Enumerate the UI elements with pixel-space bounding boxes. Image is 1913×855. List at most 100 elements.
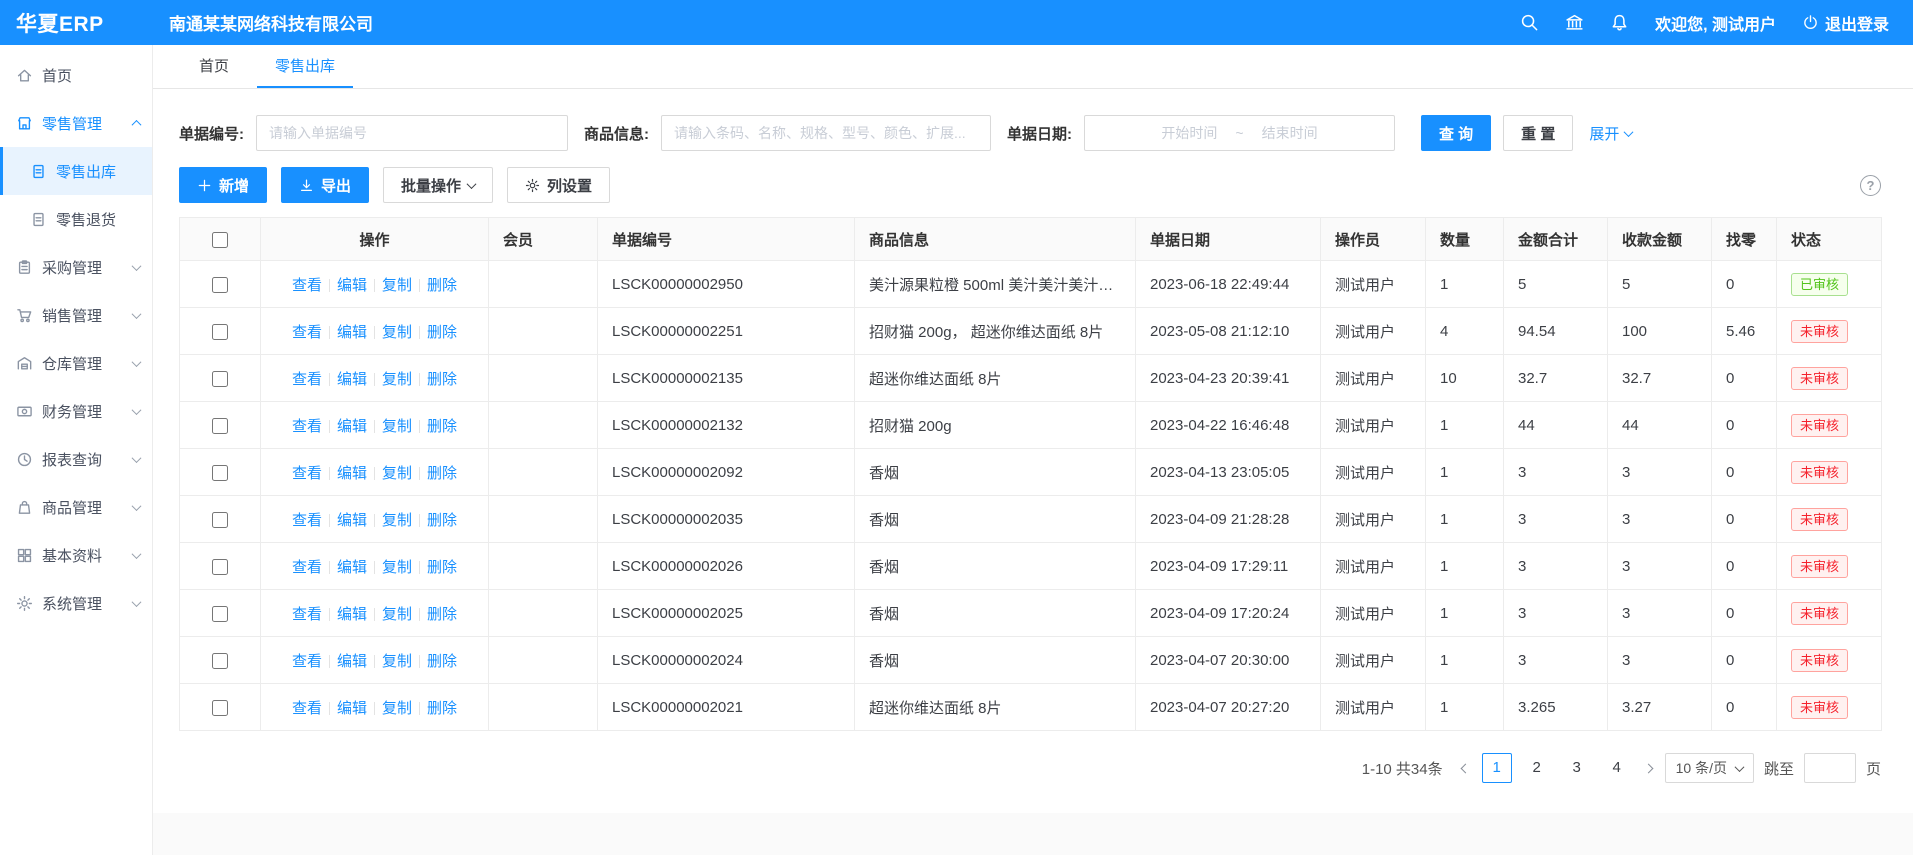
row-action-view[interactable]: 查看 bbox=[292, 277, 322, 294]
column-settings-button[interactable]: 列设置 bbox=[507, 167, 610, 203]
page-size-select[interactable]: 10 条/页 bbox=[1665, 753, 1754, 783]
page-4-button[interactable]: 4 bbox=[1602, 753, 1632, 783]
row-action-view[interactable]: 查看 bbox=[292, 418, 322, 435]
batch-actions-button[interactable]: 批量操作 bbox=[383, 167, 493, 203]
sidebar-item-finance[interactable]: 财务管理 bbox=[0, 387, 152, 435]
row-action-copy[interactable]: 复制 bbox=[382, 465, 412, 482]
row-checkbox[interactable] bbox=[212, 559, 228, 575]
bill-no-input[interactable] bbox=[256, 115, 568, 151]
sidebar-item-goods[interactable]: 商品管理 bbox=[0, 483, 152, 531]
row-action-copy[interactable]: 复制 bbox=[382, 653, 412, 670]
jump-page-input[interactable] bbox=[1804, 753, 1856, 783]
row-checkbox[interactable] bbox=[212, 700, 228, 716]
row-action-edit[interactable]: 编辑 bbox=[337, 371, 367, 388]
row-action-edit[interactable]: 编辑 bbox=[337, 700, 367, 717]
row-action-edit[interactable]: 编辑 bbox=[337, 653, 367, 670]
row-action-delete[interactable]: 删除 bbox=[427, 512, 457, 529]
cell-date: 2023-06-18 22:49:44 bbox=[1136, 261, 1321, 308]
app-logo[interactable]: 华夏ERP bbox=[0, 8, 153, 38]
row-action-view[interactable]: 查看 bbox=[292, 512, 322, 529]
page-1-button[interactable]: 1 bbox=[1482, 753, 1512, 783]
cell-qty: 1 bbox=[1426, 261, 1504, 308]
row-action-delete[interactable]: 删除 bbox=[427, 465, 457, 482]
cell-operator: 测试用户 bbox=[1321, 449, 1426, 496]
bank-icon[interactable] bbox=[1565, 13, 1584, 32]
row-action-copy[interactable]: 复制 bbox=[382, 559, 412, 576]
row-action-delete[interactable]: 删除 bbox=[427, 418, 457, 435]
cell-bill-no: LSCK00000002251 bbox=[598, 308, 855, 355]
search-button[interactable]: 查 询 bbox=[1421, 115, 1491, 151]
product-input[interactable] bbox=[661, 115, 991, 151]
row-action-copy[interactable]: 复制 bbox=[382, 371, 412, 388]
row-action-delete[interactable]: 删除 bbox=[427, 606, 457, 623]
add-button[interactable]: 新增 bbox=[179, 167, 267, 203]
row-action-view[interactable]: 查看 bbox=[292, 465, 322, 482]
row-checkbox[interactable] bbox=[212, 465, 228, 481]
sidebar-item-warehouse[interactable]: 仓库管理 bbox=[0, 339, 152, 387]
row-action-delete[interactable]: 删除 bbox=[427, 559, 457, 576]
chevron-down-icon bbox=[133, 264, 140, 271]
cell-change: 0 bbox=[1712, 637, 1777, 684]
row-action-copy[interactable]: 复制 bbox=[382, 324, 412, 341]
row-action-view[interactable]: 查看 bbox=[292, 371, 322, 388]
sidebar-item-home[interactable]: 首页 bbox=[0, 51, 152, 99]
row-action-view[interactable]: 查看 bbox=[292, 606, 322, 623]
cell-qty: 1 bbox=[1426, 402, 1504, 449]
date-range-picker[interactable]: 开始时间 ~ 结束时间 bbox=[1084, 115, 1395, 151]
row-checkbox[interactable] bbox=[212, 324, 228, 340]
row-action-edit[interactable]: 编辑 bbox=[337, 606, 367, 623]
row-action-delete[interactable]: 删除 bbox=[427, 324, 457, 341]
chevron-down-icon bbox=[133, 408, 140, 415]
sidebar-item-system[interactable]: 系统管理 bbox=[0, 579, 152, 627]
sidebar-item-purchase[interactable]: 采购管理 bbox=[0, 243, 152, 291]
sidebar-item-retail-management[interactable]: 零售管理 bbox=[0, 99, 152, 147]
sidebar-item-reports[interactable]: 报表查询 bbox=[0, 435, 152, 483]
row-action-delete[interactable]: 删除 bbox=[427, 700, 457, 717]
reset-button[interactable]: 重 置 bbox=[1503, 115, 1573, 151]
row-checkbox[interactable] bbox=[212, 371, 228, 387]
sidebar-item-retail-outbound[interactable]: 零售出库 bbox=[0, 147, 152, 195]
row-action-view[interactable]: 查看 bbox=[292, 559, 322, 576]
row-action-edit[interactable]: 编辑 bbox=[337, 324, 367, 341]
tab-home[interactable]: 首页 bbox=[181, 45, 247, 88]
expand-toggle[interactable]: 展开 bbox=[1589, 123, 1632, 144]
row-checkbox[interactable] bbox=[212, 606, 228, 622]
prev-page-button[interactable] bbox=[1459, 765, 1472, 772]
search-icon[interactable] bbox=[1520, 13, 1539, 32]
action-divider bbox=[419, 420, 420, 433]
row-action-edit[interactable]: 编辑 bbox=[337, 512, 367, 529]
logout-button[interactable]: 退出登录 bbox=[1802, 11, 1889, 35]
page-3-button[interactable]: 3 bbox=[1562, 753, 1592, 783]
row-action-copy[interactable]: 复制 bbox=[382, 418, 412, 435]
row-action-edit[interactable]: 编辑 bbox=[337, 418, 367, 435]
row-action-edit[interactable]: 编辑 bbox=[337, 465, 367, 482]
row-action-edit[interactable]: 编辑 bbox=[337, 559, 367, 576]
row-action-delete[interactable]: 删除 bbox=[427, 653, 457, 670]
row-action-delete[interactable]: 删除 bbox=[427, 277, 457, 294]
row-checkbox[interactable] bbox=[212, 512, 228, 528]
row-checkbox[interactable] bbox=[212, 653, 228, 669]
next-page-button[interactable] bbox=[1642, 765, 1655, 772]
row-action-copy[interactable]: 复制 bbox=[382, 606, 412, 623]
help-icon[interactable] bbox=[1860, 175, 1881, 196]
company-name: 南通某某网络科技有限公司 bbox=[169, 10, 373, 35]
row-action-delete[interactable]: 删除 bbox=[427, 371, 457, 388]
row-action-copy[interactable]: 复制 bbox=[382, 512, 412, 529]
row-action-copy[interactable]: 复制 bbox=[382, 700, 412, 717]
row-action-edit[interactable]: 编辑 bbox=[337, 277, 367, 294]
sidebar-item-basic-data[interactable]: 基本资料 bbox=[0, 531, 152, 579]
bell-icon[interactable] bbox=[1610, 13, 1629, 32]
export-button[interactable]: 导出 bbox=[281, 167, 369, 203]
row-action-view[interactable]: 查看 bbox=[292, 324, 322, 341]
row-action-copy[interactable]: 复制 bbox=[382, 277, 412, 294]
row-checkbox[interactable] bbox=[212, 277, 228, 293]
row-action-view[interactable]: 查看 bbox=[292, 653, 322, 670]
bill-no-label: 单据编号: bbox=[179, 123, 244, 144]
page-2-button[interactable]: 2 bbox=[1522, 753, 1552, 783]
sidebar-item-sales[interactable]: 销售管理 bbox=[0, 291, 152, 339]
row-action-view[interactable]: 查看 bbox=[292, 700, 322, 717]
row-checkbox[interactable] bbox=[212, 418, 228, 434]
select-all-checkbox[interactable] bbox=[212, 232, 228, 248]
tab-retail-outbound[interactable]: 零售出库 bbox=[257, 45, 353, 88]
sidebar-item-retail-return[interactable]: 零售退货 bbox=[0, 195, 152, 243]
